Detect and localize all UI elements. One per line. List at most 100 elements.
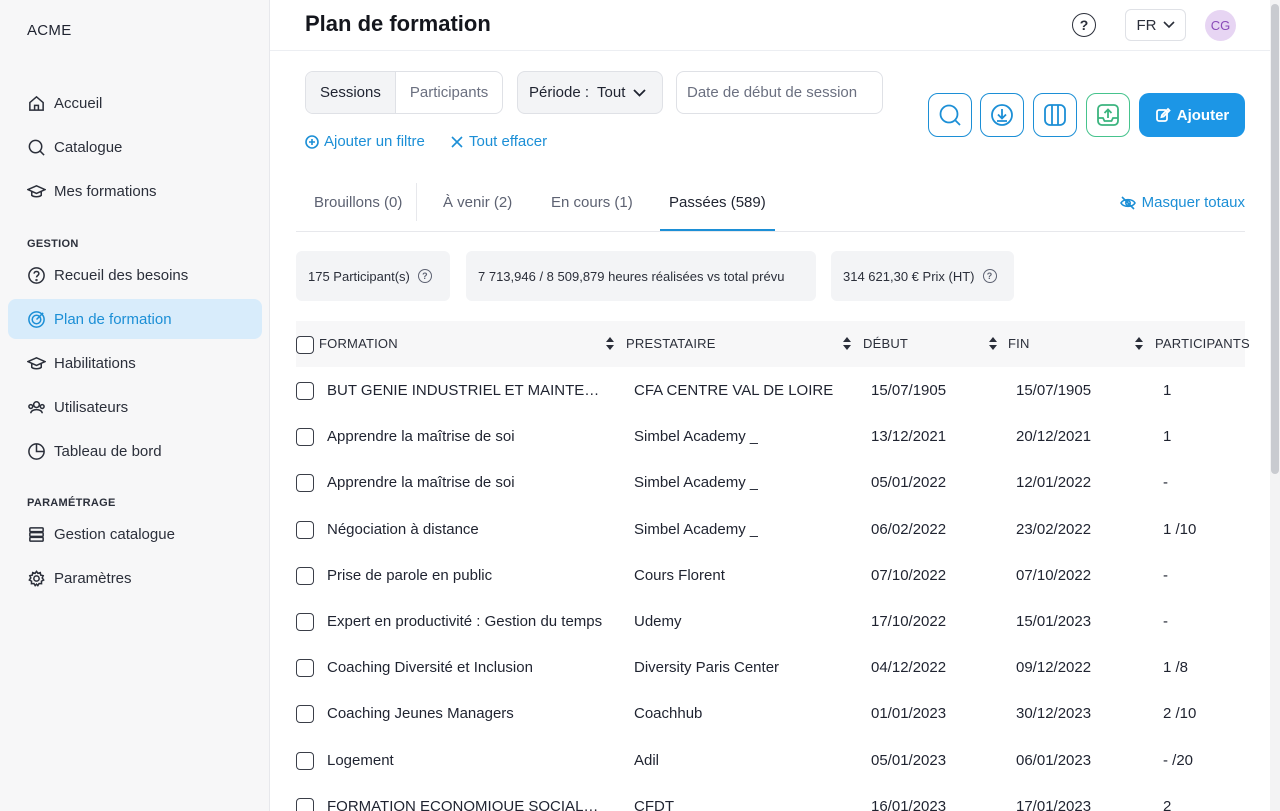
graduation-cap-icon <box>26 181 46 201</box>
toggle-sessions[interactable]: Sessions <box>306 72 396 113</box>
cell-fin: 12/01/2022 <box>1016 474 1092 492</box>
cell-formation: Coaching Jeunes Managers <box>327 705 514 723</box>
cell-formation: FORMATION ECONOMIQUE SOCIALE ET SYNDICAL… <box>327 797 607 811</box>
brand-logo[interactable]: ACME <box>27 22 72 39</box>
cell-debut: 16/01/2023 <box>871 797 947 811</box>
stat-participants: 175 Participant(s) ? <box>296 251 450 301</box>
cell-debut: 05/01/2023 <box>871 751 947 769</box>
mask-totals-label: Masquer totaux <box>1141 194 1245 211</box>
sort-icon[interactable] <box>606 337 614 350</box>
tab-brouillons[interactable]: Brouillons (0) <box>314 183 402 231</box>
table-row[interactable]: Coaching Diversité et Inclusion Diversity… <box>296 646 1245 692</box>
row-checkbox[interactable] <box>296 474 314 493</box>
home-icon <box>26 93 46 113</box>
section-title-gestion: GESTION <box>27 238 79 250</box>
column-header-participants[interactable]: PARTICIPANTS <box>1155 336 1250 351</box>
sort-icon[interactable] <box>989 337 997 350</box>
cell-fin: 07/10/2022 <box>1016 566 1092 584</box>
sidebar-item-plan-de-formation[interactable]: Plan de formation <box>8 299 262 339</box>
import-button[interactable] <box>1086 93 1130 137</box>
table-row[interactable]: Prise de parole en public Cours Florent 07… <box>296 554 1245 600</box>
session-start-date-input[interactable] <box>676 71 883 114</box>
cell-debut: 17/10/2022 <box>871 613 947 630</box>
table-row[interactable]: BUT GENIE INDUSTRIEL ET MAINTENANCE CFA C… <box>296 369 1245 415</box>
select-all-checkbox[interactable] <box>296 336 314 354</box>
cell-prestataire: CFDT <box>634 797 674 811</box>
info-icon[interactable]: ? <box>982 269 997 283</box>
sidebar: ACME Accueil Catalogue Mes formations GE… <box>0 0 270 811</box>
language-selector[interactable]: FR <box>1125 9 1186 41</box>
row-checkbox[interactable] <box>296 428 314 447</box>
columns-button[interactable] <box>1033 93 1077 137</box>
help-button[interactable]: ? <box>1072 13 1096 37</box>
sidebar-item-label: Recueil des besoins <box>54 266 189 284</box>
table-row[interactable]: Négociation à distance Simbel Academy _ 06… <box>296 508 1245 554</box>
cell-participants: 1 <box>1163 382 1172 399</box>
mask-totals-link[interactable]: Masquer totaux <box>1119 194 1245 211</box>
table-row[interactable]: FORMATION ECONOMIQUE SOCIALE ET SYNDICAL… <box>296 785 1245 811</box>
row-checkbox[interactable] <box>296 659 314 678</box>
row-checkbox[interactable] <box>296 705 314 724</box>
scrollbar-thumb[interactable] <box>1271 4 1279 474</box>
add-filter-link[interactable]: Ajouter un filtre <box>305 133 425 150</box>
column-header-fin[interactable]: FIN <box>1008 336 1030 351</box>
plus-circle-icon <box>305 134 319 149</box>
periode-value: Tout <box>597 84 626 101</box>
row-checkbox[interactable] <box>296 520 314 539</box>
cell-fin: 23/02/2022 <box>1016 520 1092 538</box>
tab-a-venir[interactable]: À venir (2) <box>443 183 512 231</box>
cell-prestataire: Cours Florent <box>634 566 725 584</box>
sidebar-item-mes-formations[interactable]: Mes formations <box>8 171 262 211</box>
table-row[interactable]: Expert en productivité : Gestion du temp… <box>296 600 1245 646</box>
sidebar-item-habilitations[interactable]: Habilitations <box>8 343 262 383</box>
column-header-debut[interactable]: DÉBUT <box>863 336 908 351</box>
sort-icon[interactable] <box>843 337 851 350</box>
stat-price: 314 621,30 € Prix (HT) ? <box>831 251 1014 301</box>
users-icon <box>26 397 46 417</box>
add-button[interactable]: Ajouter <box>1139 93 1245 137</box>
sidebar-item-accueil[interactable]: Accueil <box>8 83 262 123</box>
table-row[interactable]: Coaching Jeunes Managers Coachhub 01/01/20… <box>296 692 1245 738</box>
stat-price-value: 314 621,30 € Prix (HT) <box>843 268 975 284</box>
periode-select[interactable]: Période : Tout <box>517 71 663 114</box>
sidebar-item-label: Tableau de bord <box>54 442 162 460</box>
table-row[interactable]: Apprendre la maîtrise de soi Simbel Acade… <box>296 461 1245 507</box>
search-button[interactable] <box>928 93 972 137</box>
row-checkbox[interactable] <box>296 797 314 811</box>
cell-participants: - <box>1163 474 1168 492</box>
toggle-participants[interactable]: Participants <box>396 72 502 113</box>
tab-passees[interactable]: Passées (589) <box>660 183 775 231</box>
stack-icon <box>26 524 46 544</box>
clear-all-link[interactable]: Tout effacer <box>450 133 547 150</box>
sidebar-item-label: Accueil <box>54 94 103 112</box>
sidebar-item-label: Mes formations <box>54 182 157 200</box>
cell-debut: 07/10/2022 <box>871 566 947 584</box>
sidebar-item-utilisateurs[interactable]: Utilisateurs <box>8 387 262 427</box>
column-header-formation[interactable]: FORMATION <box>319 336 398 351</box>
sidebar-item-gestion-catalogue[interactable]: Gestion catalogue <box>8 514 262 554</box>
sidebar-item-tableau-de-bord[interactable]: Tableau de bord <box>8 431 262 471</box>
download-button[interactable] <box>980 93 1024 137</box>
search-icon <box>939 104 961 126</box>
sidebar-item-recueil-des-besoins[interactable]: Recueil des besoins <box>8 255 262 295</box>
info-icon[interactable]: ? <box>417 269 432 283</box>
table-row[interactable]: Apprendre la maîtrise de soi Simbel Acade… <box>296 415 1245 461</box>
sort-icon[interactable] <box>1135 337 1143 350</box>
row-checkbox[interactable] <box>296 613 314 631</box>
cell-participants: 1 /8 <box>1163 659 1189 677</box>
avatar[interactable]: CG <box>1205 10 1236 41</box>
table-row[interactable]: Logement Adil 05/01/2023 06/01/2023 - /20 <box>296 739 1245 785</box>
cell-participants: 1 <box>1163 428 1172 446</box>
section-title-parametrage: PARAMÉTRAGE <box>27 497 116 509</box>
cell-participants: 2 /10 <box>1163 705 1197 723</box>
sidebar-item-label: Paramètres <box>54 569 132 587</box>
row-checkbox[interactable] <box>296 566 314 585</box>
page-scrollbar[interactable] <box>1270 0 1280 811</box>
column-header-prestataire[interactable]: PRESTATAIRE <box>626 336 716 351</box>
sidebar-item-catalogue[interactable]: Catalogue <box>8 127 262 167</box>
sidebar-item-parametres[interactable]: Paramètres <box>8 558 262 598</box>
tab-en-cours[interactable]: En cours (1) <box>551 183 633 231</box>
row-checkbox[interactable] <box>296 382 314 400</box>
row-checkbox[interactable] <box>296 751 314 770</box>
stat-hours-value: 7 713,946 / 8 509,879 heures réalisées v… <box>478 268 785 284</box>
